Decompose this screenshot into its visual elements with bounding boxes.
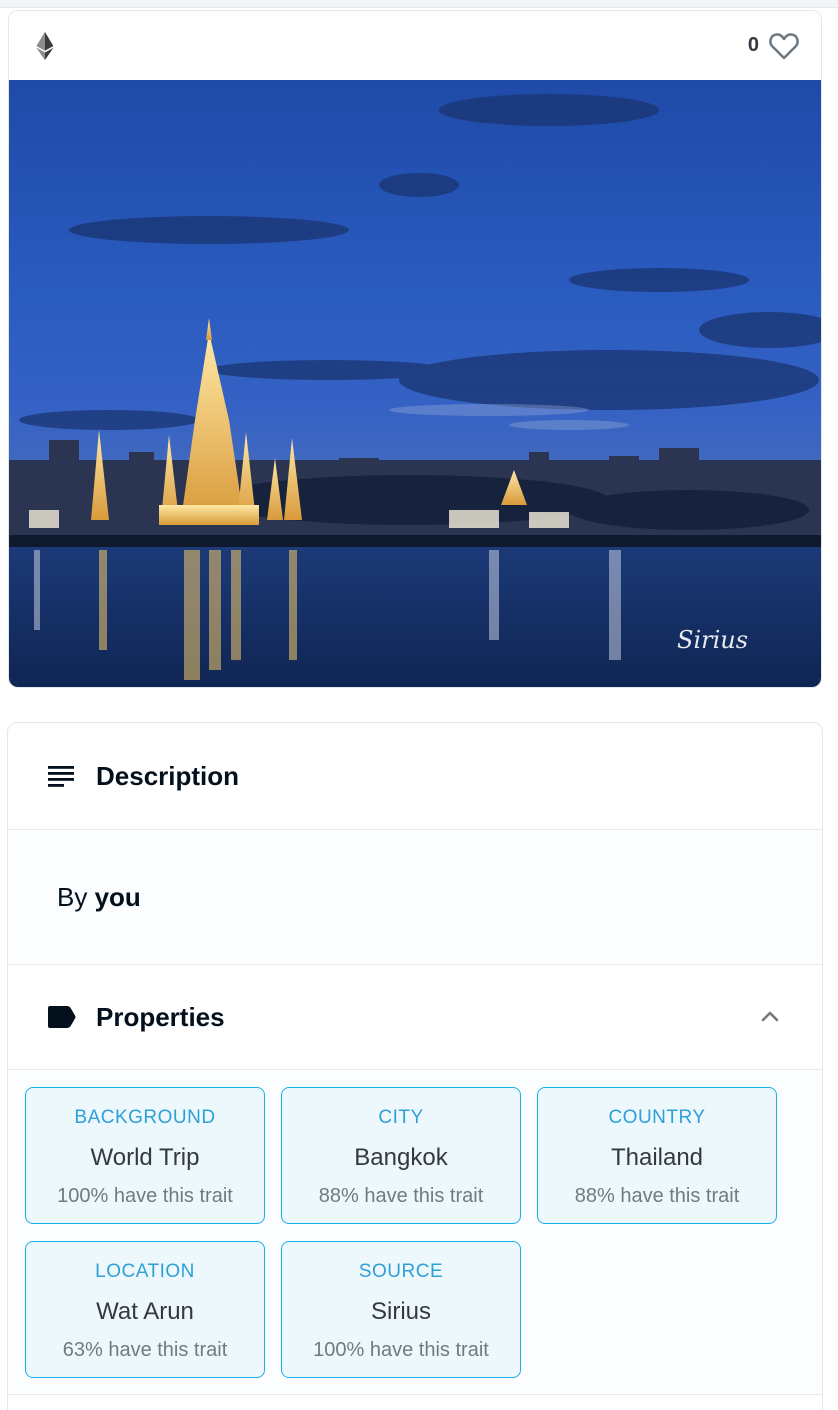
property-type: LOCATION	[95, 1261, 195, 1282]
owner-link[interactable]: you	[95, 882, 141, 912]
properties-header[interactable]: Properties	[8, 965, 822, 1070]
property-card-source[interactable]: SOURCE Sirius 100% have this trait	[281, 1241, 521, 1378]
favorite-count: 0	[747, 34, 759, 56]
property-type: BACKGROUND	[74, 1107, 216, 1128]
property-value: World Trip	[90, 1144, 200, 1171]
item-card-header: 0	[9, 11, 821, 80]
description-title: Description	[96, 760, 240, 791]
properties-title: Properties	[96, 1001, 225, 1032]
properties-grid: BACKGROUND World Trip 100% have this tra…	[25, 1087, 822, 1378]
top-divider	[0, 0, 838, 8]
item-card: 0 Sirius	[8, 10, 822, 688]
image-signature: Sirius	[677, 626, 748, 654]
property-rarity: 88% have this trait	[318, 1185, 484, 1207]
item-image[interactable]: Sirius	[9, 80, 822, 688]
chevron-up-icon[interactable]	[758, 1005, 782, 1027]
properties-body: BACKGROUND World Trip 100% have this tra…	[8, 1070, 822, 1395]
property-rarity: 88% have this trait	[574, 1185, 740, 1207]
description-header[interactable]: Description	[8, 723, 822, 830]
property-card-location[interactable]: LOCATION Wat Arun 63% have this trait	[25, 1241, 265, 1378]
tag-icon	[48, 1006, 76, 1028]
list-lines-icon	[48, 766, 74, 787]
property-value: Sirius	[370, 1298, 431, 1325]
property-type: COUNTRY	[608, 1107, 706, 1128]
property-rarity: 63% have this trait	[62, 1339, 228, 1361]
property-rarity: 100% have this trait	[313, 1339, 489, 1361]
property-card-country[interactable]: COUNTRY Thailand 88% have this trait	[537, 1087, 777, 1224]
property-card-background[interactable]: BACKGROUND World Trip 100% have this tra…	[25, 1087, 265, 1224]
by-label: By	[57, 882, 88, 912]
description-body: By you	[8, 830, 822, 965]
property-value: Thailand	[610, 1144, 704, 1171]
heart-outline-icon[interactable]	[769, 32, 799, 60]
item-details-panel: Description By you Properties BACKGROUND…	[7, 722, 823, 1410]
property-rarity: 100% have this trait	[57, 1185, 233, 1207]
property-value: Wat Arun	[96, 1298, 194, 1325]
property-card-city[interactable]: CITY Bangkok 88% have this trait	[281, 1087, 521, 1224]
property-type: SOURCE	[358, 1261, 444, 1282]
property-value: Bangkok	[354, 1144, 448, 1171]
ethereum-icon[interactable]	[35, 31, 55, 60]
favorite-button[interactable]: 0	[748, 32, 799, 60]
property-type: CITY	[378, 1107, 424, 1128]
